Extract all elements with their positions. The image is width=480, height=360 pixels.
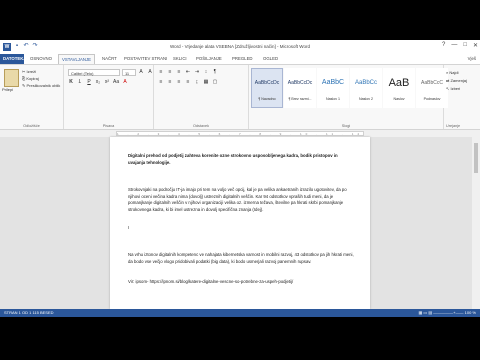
window-title: Word - Vrjedanje alata VSEBNA [Združljiv… bbox=[170, 44, 310, 49]
font-group: Calibri (Telo) 11 A A K L P x₂ x² Aa A P… bbox=[64, 65, 154, 129]
numbering-button[interactable]: ≡ bbox=[167, 69, 173, 76]
ruler[interactable]: 1 · 2 · 3 · 4 · 5 · 6 · 7 · 8 · 9 · 10 ·… bbox=[0, 130, 480, 137]
document-area: Digitalni prehod od podjetij zahteva kor… bbox=[0, 137, 480, 309]
style-title[interactable]: AaB Naslov bbox=[383, 68, 415, 108]
paragraph-caption: Odstavek bbox=[192, 124, 210, 128]
font-size-select[interactable]: 11 bbox=[122, 69, 136, 76]
tab-references[interactable]: SKLICI bbox=[170, 54, 190, 64]
body-paragraph-2[interactable]: Na vrhu iztonov digitalnih kompetenc ve … bbox=[128, 252, 354, 265]
select-button[interactable]: ↖ Izberi bbox=[446, 85, 467, 93]
align-right-button[interactable]: ≡ bbox=[176, 79, 182, 86]
ribbon: Prilepi ✂ Izreži ⎘ Kopiraj ✎ Preslikoval… bbox=[0, 64, 480, 130]
editing-caption: Urejanje bbox=[446, 124, 461, 128]
heading-paragraph[interactable]: Digitalni prehod od podjetij zahteva kor… bbox=[128, 153, 354, 166]
font-family-select[interactable]: Calibri (Telo) bbox=[68, 69, 120, 76]
styles-caption: Slogi bbox=[341, 124, 351, 128]
styles-gallery: AaBbCcDc ¶ Navadno AaBbCcDc ¶ Brez razmi… bbox=[251, 68, 449, 108]
tab-mailings[interactable]: POŠILJANJE bbox=[193, 54, 225, 64]
clipboard-group: Prilepi ✂ Izreži ⎘ Kopiraj ✎ Preslikoval… bbox=[0, 65, 64, 129]
change-case-button[interactable]: Aa bbox=[113, 79, 119, 86]
vertical-scrollbar[interactable] bbox=[472, 137, 480, 309]
editing-group: ⌕ Najdi ⇄ Zamenjaj ↖ Izberi bbox=[446, 69, 467, 93]
user-name[interactable]: Vješ bbox=[468, 54, 476, 64]
bold-button[interactable]: K bbox=[68, 79, 74, 86]
format-painter-button[interactable]: ✎ Preslikovalnik oblik bbox=[22, 82, 60, 89]
underline-button[interactable]: P bbox=[86, 79, 92, 86]
cut-button[interactable]: ✂ Izreži bbox=[22, 68, 60, 75]
help-button[interactable]: ? bbox=[442, 42, 445, 49]
tab-view[interactable]: OGLED bbox=[260, 54, 281, 64]
ribbon-tabs: DATOTEKA OSNOVNO VSTAVLJANJE NAČRT POSTA… bbox=[0, 54, 480, 64]
font-caption: Pisava bbox=[102, 124, 115, 128]
word-window: W ▪ ↶ ↷ Word - Vrjedanje alata VSEBNA [Z… bbox=[0, 40, 480, 317]
align-left-button[interactable]: ≡ bbox=[158, 79, 164, 86]
style-heading-2[interactable]: AaBbCc Naslov 2 bbox=[350, 68, 382, 108]
line-spacing-button[interactable]: ↨ bbox=[194, 79, 200, 86]
bullets-button[interactable]: ≡ bbox=[158, 69, 164, 76]
view-zoom-controls[interactable]: ▦ ▭ ▤ —————+—— 100 % bbox=[419, 309, 476, 317]
window-controls: ? — □ ✕ bbox=[442, 42, 478, 49]
tab-home[interactable]: OSNOVNO bbox=[27, 54, 55, 64]
scrollbar-thumb[interactable] bbox=[474, 143, 478, 173]
page-word-count[interactable]: STRAN 1 OD 1 115 BESED bbox=[4, 309, 54, 317]
maximize-button[interactable]: □ bbox=[463, 42, 467, 49]
tab-page-layout[interactable]: POSTAVITEV STRANI bbox=[121, 54, 170, 64]
superscript-button[interactable]: x² bbox=[104, 79, 110, 86]
tab-design[interactable]: NAČRT bbox=[99, 54, 120, 64]
paragraph-group: ≡ ≡ ≡ ⇤ ⇥ ↕ ¶ ≡ ≡ ≡ ≡ ↨ ▦ ▢ Odstavek bbox=[154, 65, 249, 129]
justify-button[interactable]: ≡ bbox=[185, 79, 191, 86]
body-paragraph-1[interactable]: Strokovnjaki na področju IT-ja imajo pri… bbox=[128, 187, 354, 213]
text-cursor: I bbox=[128, 225, 130, 230]
shading-button[interactable]: ▦ bbox=[203, 79, 209, 86]
multilevel-list-button[interactable]: ≡ bbox=[176, 69, 182, 76]
increase-indent-button[interactable]: ⇥ bbox=[194, 69, 200, 76]
paste-icon[interactable] bbox=[4, 69, 19, 87]
source-paragraph[interactable]: Vir: ipsom- https://ipnom.si/blog/katere… bbox=[128, 279, 354, 286]
title-bar: W ▪ ↶ ↷ Word - Vrjedanje alata VSEBNA [Z… bbox=[0, 40, 480, 54]
minimize-button[interactable]: — bbox=[451, 42, 457, 49]
decrease-indent-button[interactable]: ⇤ bbox=[185, 69, 191, 76]
font-color-button[interactable]: A bbox=[122, 79, 128, 86]
style-normal[interactable]: AaBbCcDc ¶ Navadno bbox=[251, 68, 283, 108]
style-no-spacing[interactable]: AaBbCcDc ¶ Brez razmi... bbox=[284, 68, 316, 108]
tab-file[interactable]: DATOTEKA bbox=[0, 54, 26, 64]
borders-button[interactable]: ▢ bbox=[212, 79, 218, 86]
replace-button[interactable]: ⇄ Zamenjaj bbox=[446, 77, 467, 85]
tab-insert[interactable]: VSTAVLJANJE bbox=[58, 54, 95, 64]
grow-font-button[interactable]: A bbox=[138, 69, 144, 76]
copy-button[interactable]: ⎘ Kopiraj bbox=[22, 75, 60, 82]
style-subtitle[interactable]: AaBbCcC Podnaslov bbox=[416, 68, 448, 108]
clipboard-caption: Odložišče bbox=[23, 124, 40, 128]
subscript-button[interactable]: x₂ bbox=[95, 79, 101, 86]
shrink-font-button[interactable]: A bbox=[147, 69, 153, 76]
paste-button[interactable]: Prilepi bbox=[2, 87, 13, 92]
find-button[interactable]: ⌕ Najdi bbox=[446, 69, 467, 77]
italic-button[interactable]: L bbox=[77, 79, 83, 86]
status-bar: STRAN 1 OD 1 115 BESED ▦ ▭ ▤ —————+—— 10… bbox=[0, 309, 480, 317]
show-marks-button[interactable]: ¶ bbox=[212, 69, 218, 76]
tab-review[interactable]: PREGLED bbox=[229, 54, 256, 64]
ruler-scale: 1 · 2 · 3 · 4 · 5 · 6 · 7 · 8 · 9 · 10 ·… bbox=[116, 131, 364, 136]
style-heading-1[interactable]: AaBbC Naslov 1 bbox=[317, 68, 349, 108]
align-center-button[interactable]: ≡ bbox=[167, 79, 173, 86]
document-page[interactable]: Digitalni prehod od podjetij zahteva kor… bbox=[110, 137, 370, 309]
close-button[interactable]: ✕ bbox=[473, 42, 478, 49]
sort-button[interactable]: ↕ bbox=[203, 69, 209, 76]
